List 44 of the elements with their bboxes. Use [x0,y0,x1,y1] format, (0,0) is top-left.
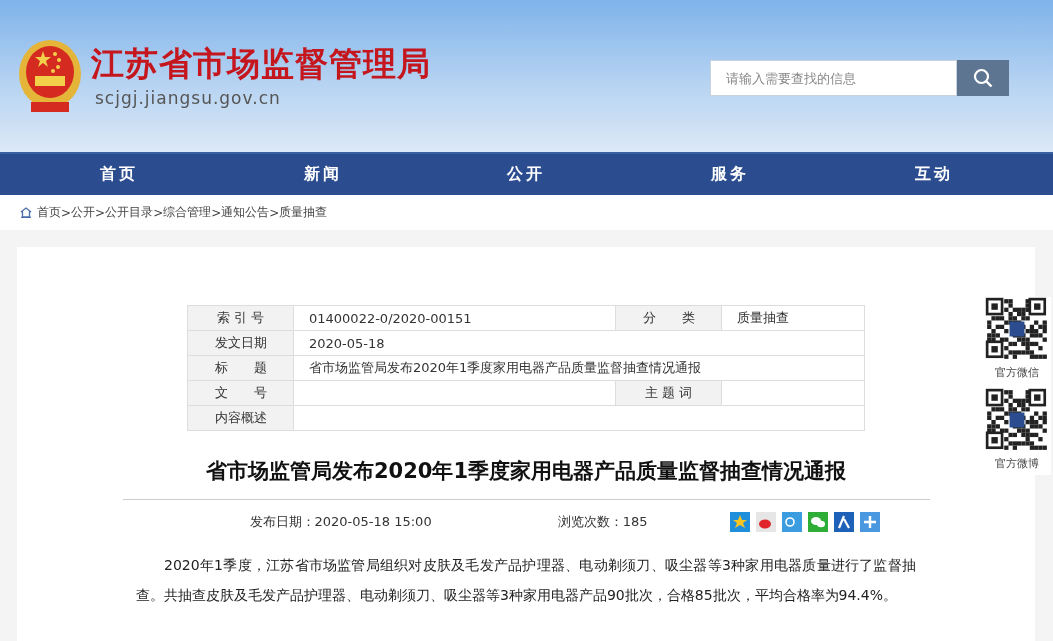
breadcrumb-link[interactable]: 首页 [37,204,61,221]
breadcrumb-separator: > [211,205,222,220]
qr-code-drawing [985,388,1049,452]
nav-item[interactable]: 首页 [17,154,222,195]
plus-share-button[interactable] [860,512,881,532]
site-domain: scjgj.jiangsu.gov.cn [94,88,282,108]
breadcrumb-link[interactable]: 公开 [71,204,96,221]
info-label: 索 引 号 [187,305,294,331]
info-value: 2020-05-18 [293,330,865,356]
qr-code-drawing [985,297,1049,361]
nav-item[interactable]: 服务 [628,154,832,195]
breadcrumb-link[interactable]: 公开目录 [105,204,154,221]
breadcrumb-separator: > [61,205,72,220]
info-value: 省市场监管局发布2020年1季度家用电器产品质量监督抽查情况通报 [293,355,865,381]
breadcrumb-separator: > [153,205,164,220]
info-label: 主 题 词 [615,380,722,406]
breadcrumb-separator: > [95,205,106,220]
search-field[interactable]: 请输入需要查找的信息 [710,60,957,96]
nav-item[interactable]: 互动 [831,154,1036,195]
qr-caption: 官方微博 [995,456,1039,471]
person-share-button[interactable] [834,512,855,532]
info-value: 质量抽查 [721,305,865,331]
breadcrumb-link[interactable]: 综合管理 [163,204,212,221]
nav-item[interactable]: 新闻 [221,154,425,195]
info-label: 分 类 [615,305,722,331]
info-label: 文 号 [187,380,294,406]
qr-caption: 官方微信 [995,365,1039,380]
search-icon [973,68,993,88]
nav-item[interactable]: 公开 [424,154,629,195]
breadcrumb-separator: > [269,205,280,220]
article-title: 省市场监管局发布2020年1季度家用电器产品质量监督抽查情况通报 [205,458,847,485]
info-label: 标 题 [187,355,294,381]
chat-bubbles-share-button[interactable] [808,512,829,532]
breadcrumb-link[interactable]: 质量抽查 [279,204,328,221]
info-label: 发文日期 [187,330,294,356]
site-title: 江苏省市场监督管理局 [91,44,431,84]
home-icon [20,207,32,218]
info-value: 01400022-0/2020-00151 [293,305,616,331]
publish-date: 发布日期：2020-05-18 15:00 [249,513,432,531]
breadcrumb-link[interactable]: 通知公告 [221,204,270,221]
search-button[interactable] [957,60,1009,96]
article-paragraph: 2020年1季度，江苏省市场监管局组织对皮肤及毛发产品护理器、电动剃须刀、吸尘器等3种家用电器质量进行了监督抽查。共抽查皮肤及毛发产品护理器、电动剃须刀、吸尘器等3种家用电器产品90批次，合格85批次，平均合格率为94.4%。 [136,556,916,605]
info-label: 内容概述 [187,405,294,431]
view-count: 浏览次数：185 [557,513,648,531]
